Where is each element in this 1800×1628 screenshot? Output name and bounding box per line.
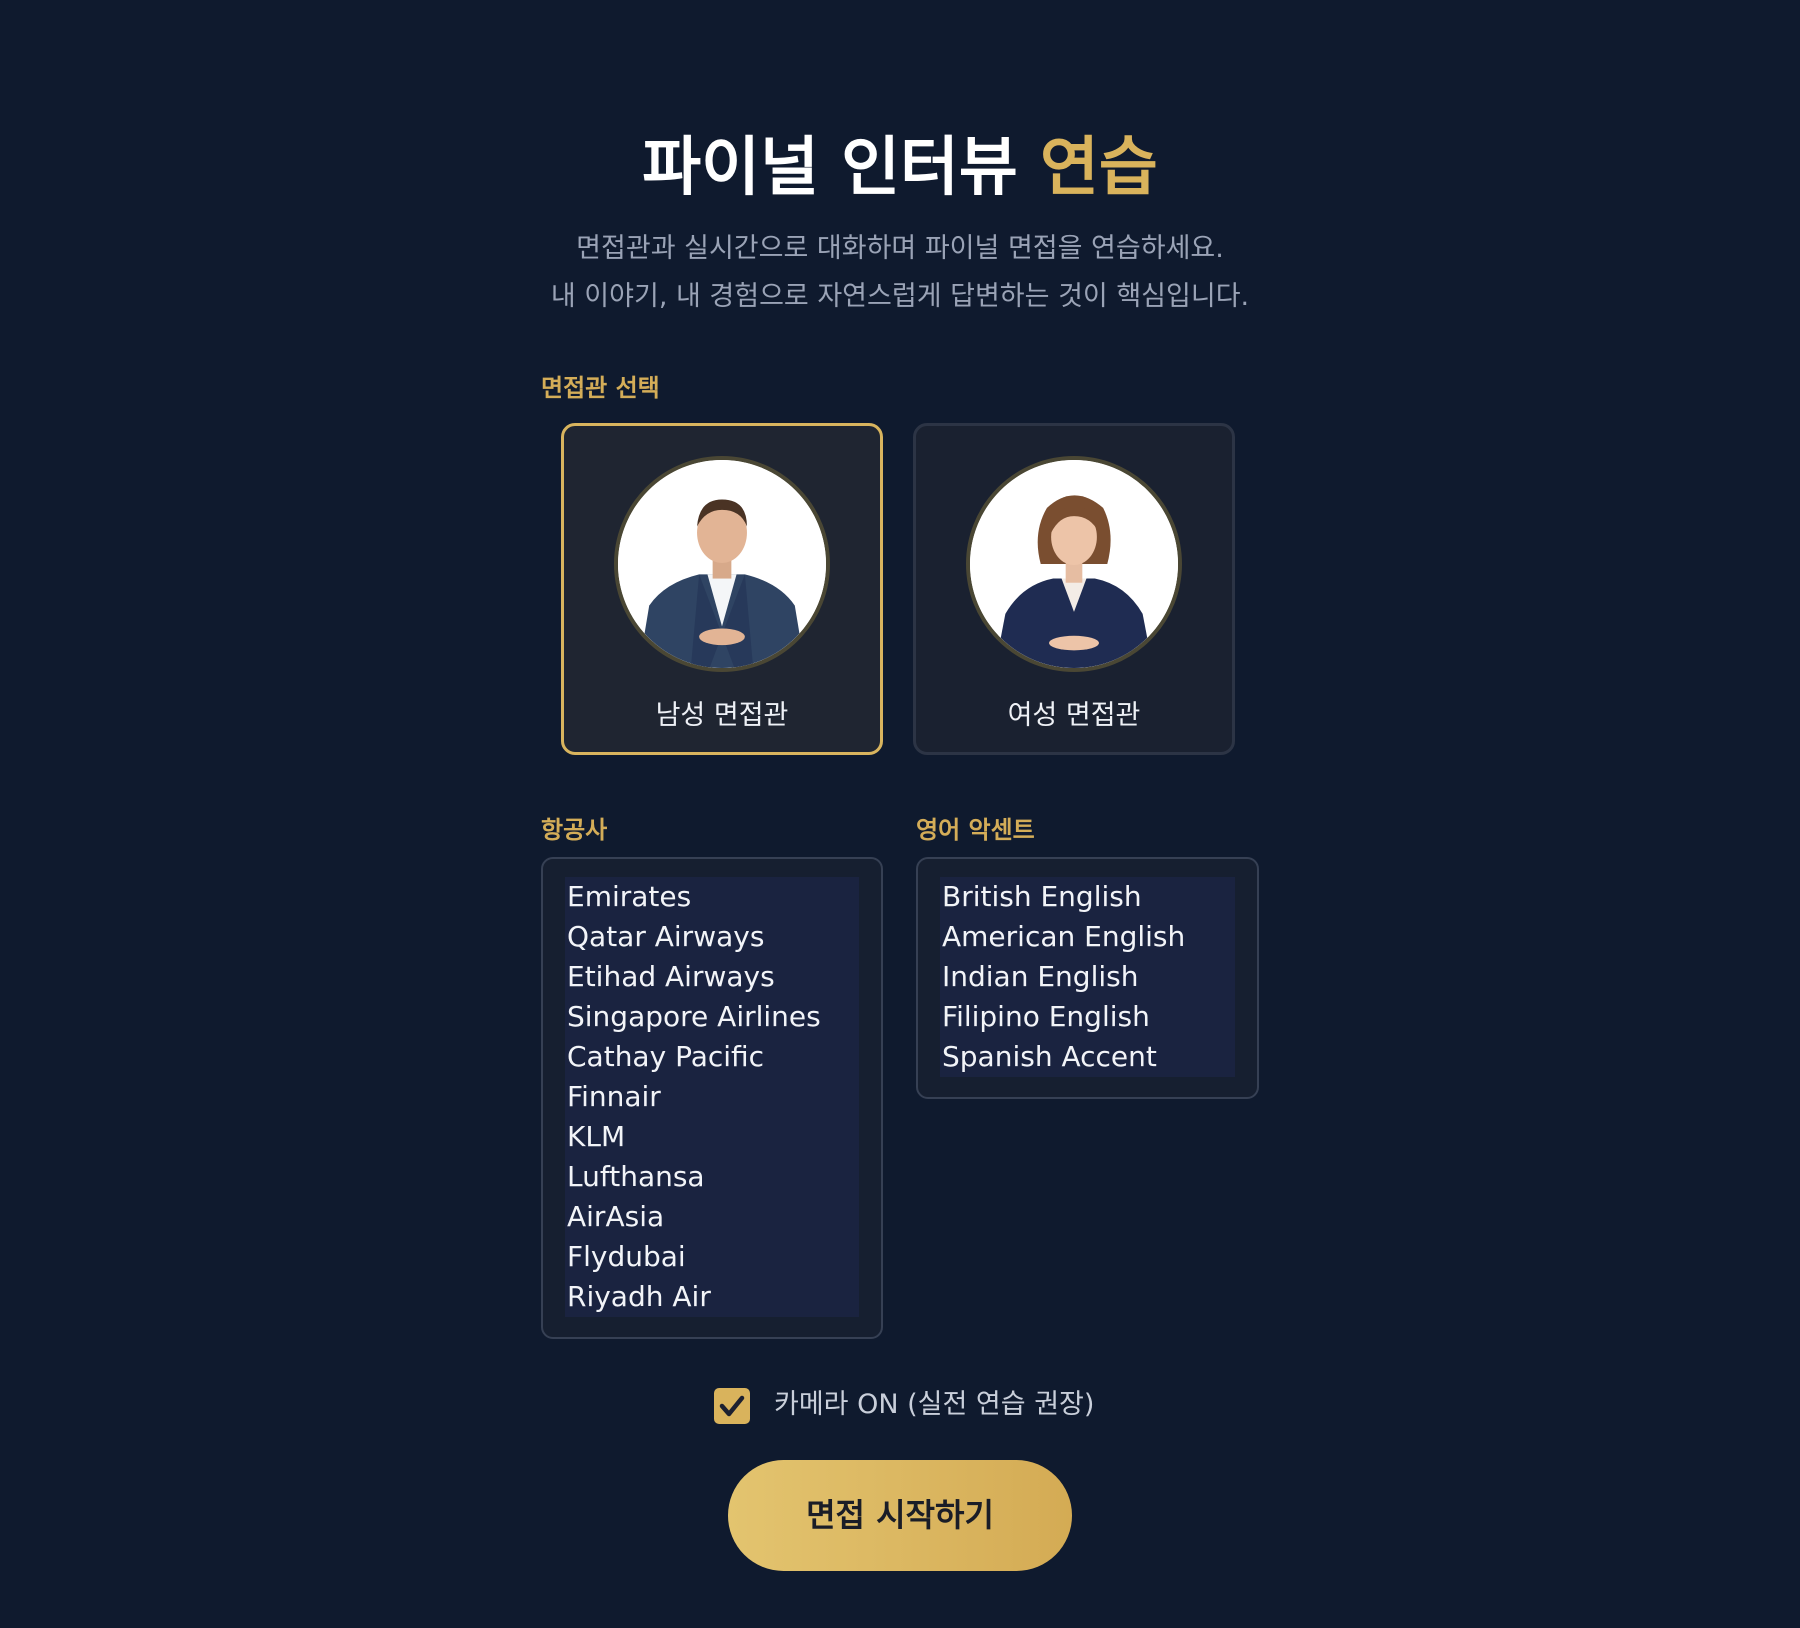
camera-label: 카메라 ON (실전 연습 권장) bbox=[774, 1389, 1095, 1420]
airline-option[interactable]: AirAsia bbox=[565, 1197, 859, 1237]
female-interviewer-portrait bbox=[970, 460, 1178, 668]
accent-option[interactable]: Indian English bbox=[940, 957, 1235, 997]
accent-option[interactable]: Spanish Accent bbox=[940, 1037, 1235, 1077]
airline-option[interactable]: KLM bbox=[565, 1117, 859, 1157]
title-main: 파이널 인터뷰 bbox=[642, 130, 1018, 205]
page-subtitle: 면접관과 실시간으로 대화하며 파이널 면접을 연습하세요. 내 이야기, 내 … bbox=[0, 225, 1800, 321]
female-interviewer-label: 여성 면접관 bbox=[1007, 700, 1141, 731]
accent-options: British English American English Indian En… bbox=[940, 877, 1235, 1077]
airline-listbox[interactable]: Emirates Qatar Airways Etihad Airways Singa… bbox=[541, 857, 883, 1339]
page-title: 파이널 인터뷰 연습 bbox=[0, 128, 1800, 208]
accent-section-label: 영어 악센트 bbox=[916, 816, 1035, 844]
airline-options: Emirates Qatar Airways Etihad Airways Singa… bbox=[565, 877, 859, 1317]
airline-option[interactable]: Finnair bbox=[565, 1077, 859, 1117]
start-interview-button[interactable]: 면접 시작하기 bbox=[728, 1460, 1072, 1571]
male-interviewer-avatar bbox=[614, 456, 830, 672]
male-interviewer-label: 남성 면접관 bbox=[655, 700, 789, 731]
accent-option[interactable]: Filipino English bbox=[940, 997, 1235, 1037]
airline-option[interactable]: Singapore Airlines bbox=[565, 997, 859, 1037]
airline-option[interactable]: Lufthansa bbox=[565, 1157, 859, 1197]
title-accent: 연습 bbox=[1040, 130, 1158, 205]
airline-option[interactable]: Emirates bbox=[565, 877, 859, 917]
airline-option[interactable]: Qatar Airways bbox=[565, 917, 859, 957]
camera-checkbox[interactable] bbox=[714, 1388, 750, 1424]
airline-option[interactable]: Etihad Airways bbox=[565, 957, 859, 997]
airline-option[interactable]: Flydubai bbox=[565, 1237, 859, 1277]
checkmark-icon bbox=[719, 1395, 745, 1417]
airline-option[interactable]: Riyadh Air bbox=[565, 1277, 859, 1317]
accent-option[interactable]: American English bbox=[940, 917, 1235, 957]
airline-option[interactable]: Cathay Pacific bbox=[565, 1037, 859, 1077]
accent-listbox[interactable]: British English American English Indian En… bbox=[916, 857, 1259, 1099]
subtitle-line-2: 내 이야기, 내 경험으로 자연스럽게 답변하는 것이 핵심입니다. bbox=[550, 281, 1250, 312]
accent-option[interactable]: British English bbox=[940, 877, 1235, 917]
subtitle-line-1: 면접관과 실시간으로 대화하며 파이널 면접을 연습하세요. bbox=[576, 233, 1224, 264]
male-interviewer-card[interactable]: 남성 면접관 bbox=[561, 423, 883, 755]
interviewer-section-label: 면접관 선택 bbox=[541, 374, 660, 402]
airline-section-label: 항공사 bbox=[541, 816, 608, 844]
male-interviewer-portrait bbox=[618, 460, 826, 668]
female-interviewer-card[interactable]: 여성 면접관 bbox=[913, 423, 1235, 755]
female-interviewer-avatar bbox=[966, 456, 1182, 672]
